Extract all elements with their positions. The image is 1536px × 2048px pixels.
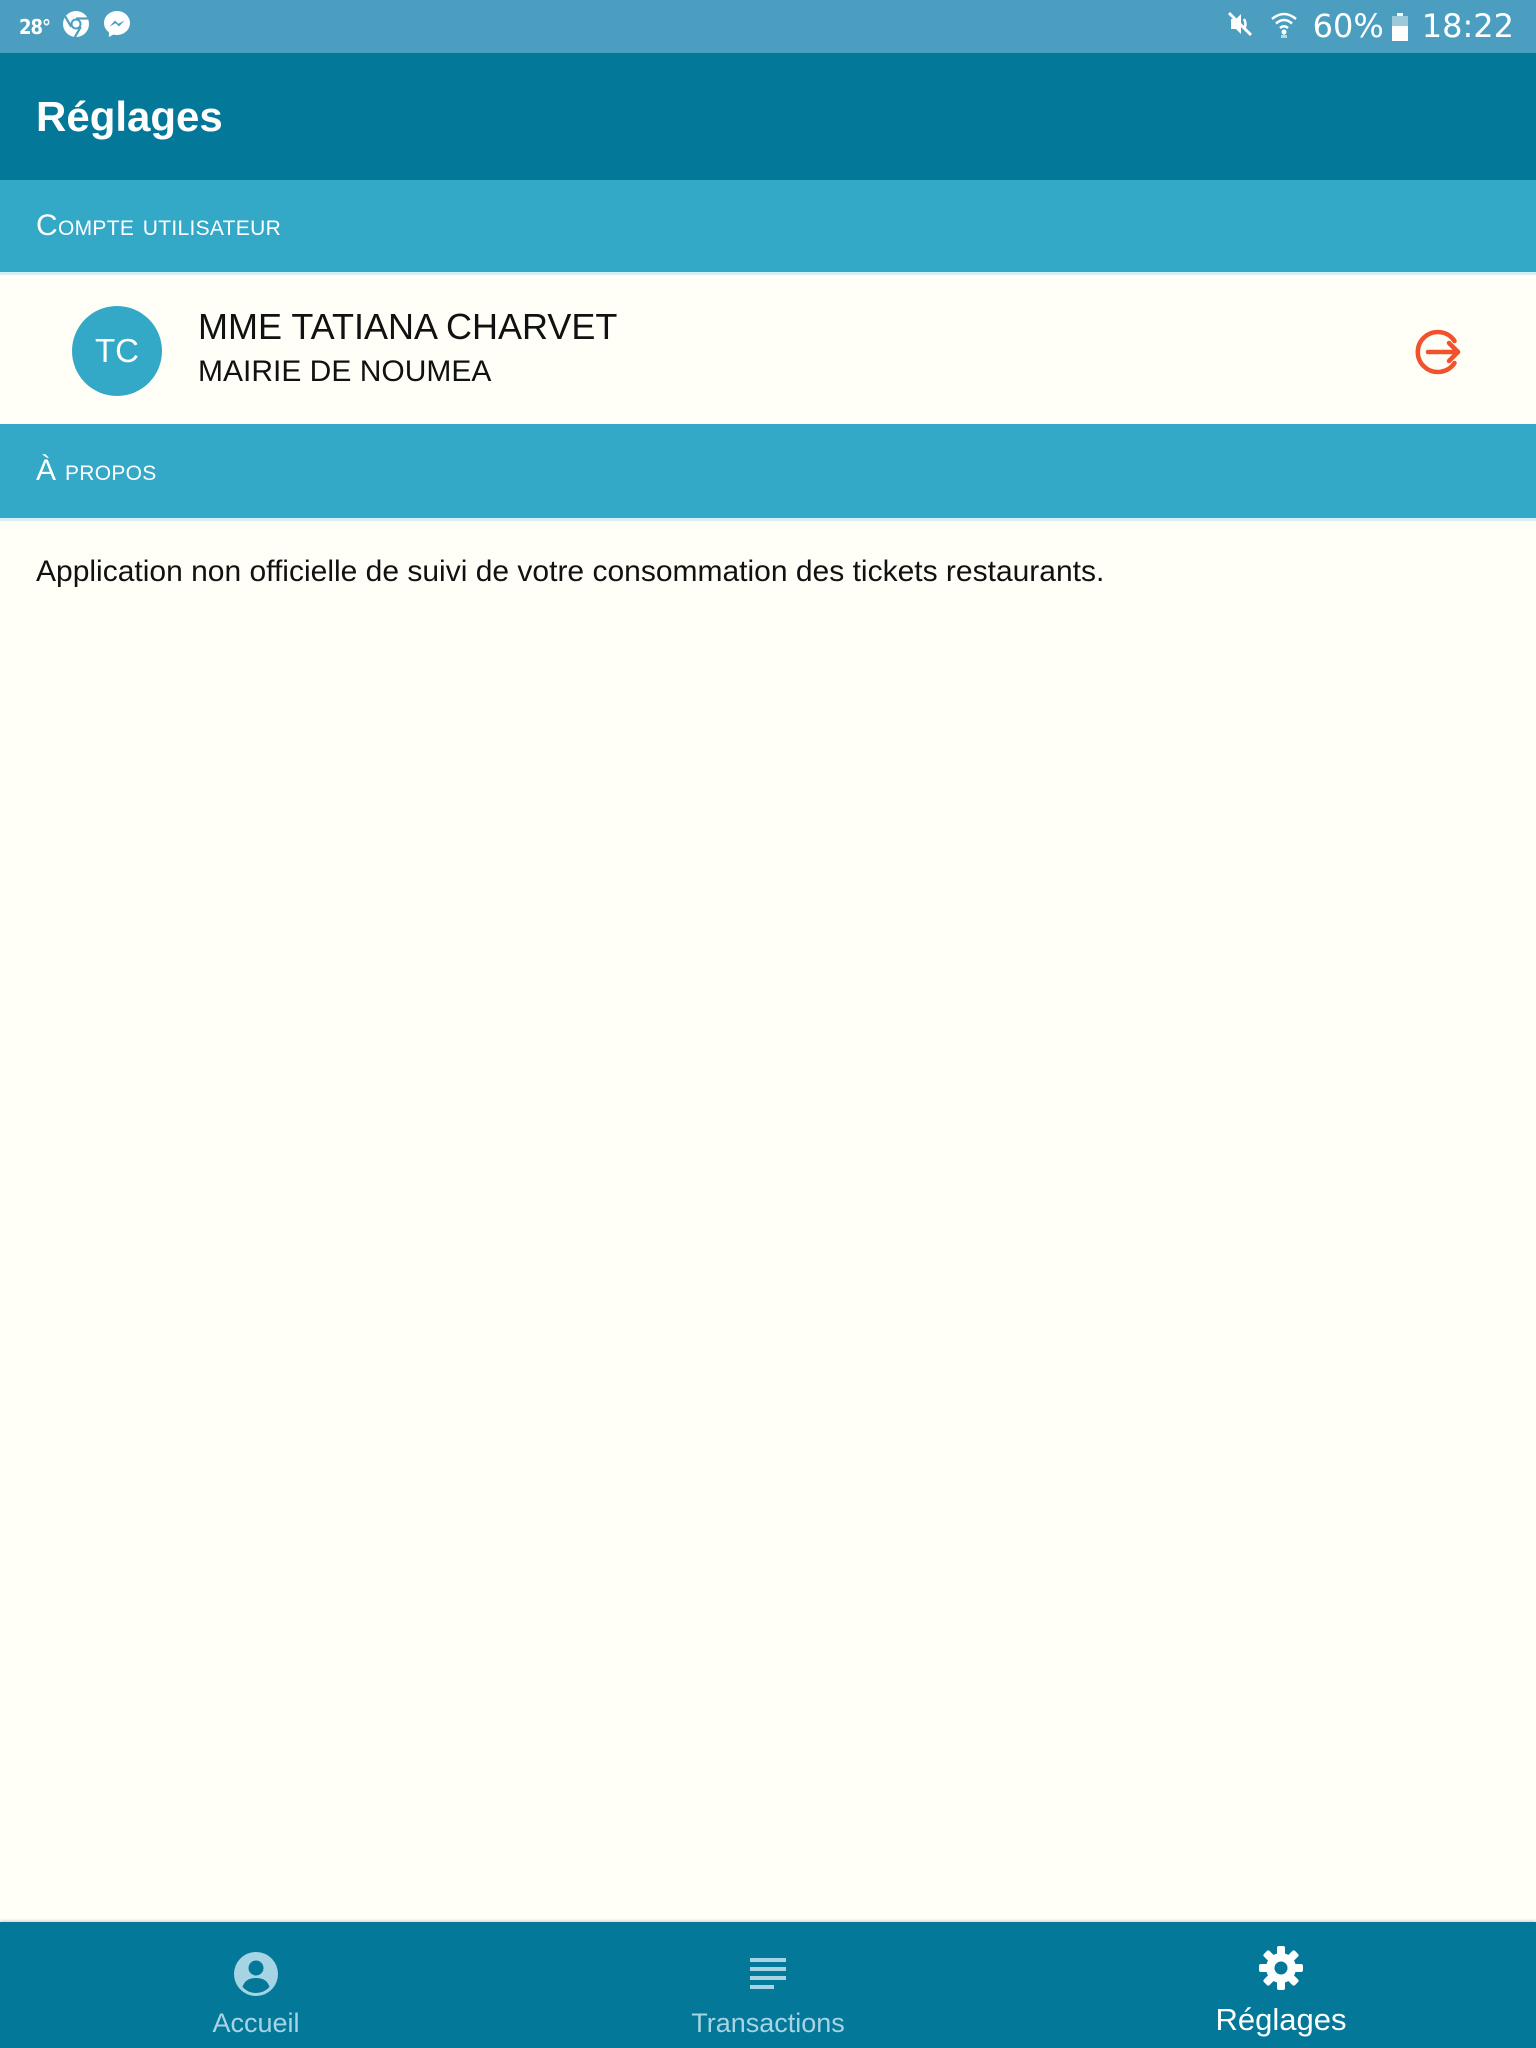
nav-label-accueil: Accueil xyxy=(212,2008,300,2038)
temperature-text: 28° xyxy=(19,14,51,39)
section-header-about-label: À propos xyxy=(36,454,157,487)
bottom-navigation: Accueil Transactions Réglages xyxy=(0,1922,1536,2048)
status-bar-right: 60% 18:22 xyxy=(1225,0,1514,53)
gear-icon xyxy=(1257,1944,1305,1992)
status-bar: 28° 60% 18:22 xyxy=(0,0,1536,53)
nav-item-accueil[interactable]: Accueil xyxy=(106,1922,406,2048)
wifi-icon xyxy=(1269,9,1299,44)
logout-button[interactable] xyxy=(1405,321,1471,387)
mute-icon xyxy=(1225,9,1255,44)
app-bar: Réglages xyxy=(0,53,1536,180)
battery-icon xyxy=(1391,12,1408,41)
nav-item-reglages[interactable]: Réglages xyxy=(1131,1922,1431,2048)
section-header-about: À propos xyxy=(0,424,1536,518)
battery-status: 60% xyxy=(1313,0,1408,53)
page-title: Réglages xyxy=(36,93,223,140)
account-circle-icon xyxy=(232,1950,280,1998)
nav-label-transactions: Transactions xyxy=(691,2008,845,2038)
logout-icon xyxy=(1410,324,1466,385)
user-account-row: TC MME TATIANA CHARVET MAIRIE DE NOUMEA xyxy=(0,275,1536,424)
nav-item-transactions[interactable]: Transactions xyxy=(618,1922,918,2048)
nav-label-reglages: Réglages xyxy=(1215,2002,1347,2037)
chrome-icon xyxy=(62,10,90,43)
avatar: TC xyxy=(72,306,162,396)
user-name: MME TATIANA CHARVET xyxy=(198,306,618,347)
list-icon xyxy=(744,1950,792,1998)
messenger-icon xyxy=(102,9,132,44)
status-bar-left: 28° xyxy=(19,0,132,53)
section-header-account-label: Compte utilisateur xyxy=(36,209,282,242)
battery-percentage: 60% xyxy=(1312,7,1384,45)
user-organization: MAIRIE DE NOUMEA xyxy=(198,355,492,388)
section-header-account: Compte utilisateur xyxy=(0,180,1536,272)
clock-time: 18:22 xyxy=(1421,7,1514,45)
divider xyxy=(0,518,1536,521)
about-description: Application non officielle de suivi de v… xyxy=(36,555,1105,588)
